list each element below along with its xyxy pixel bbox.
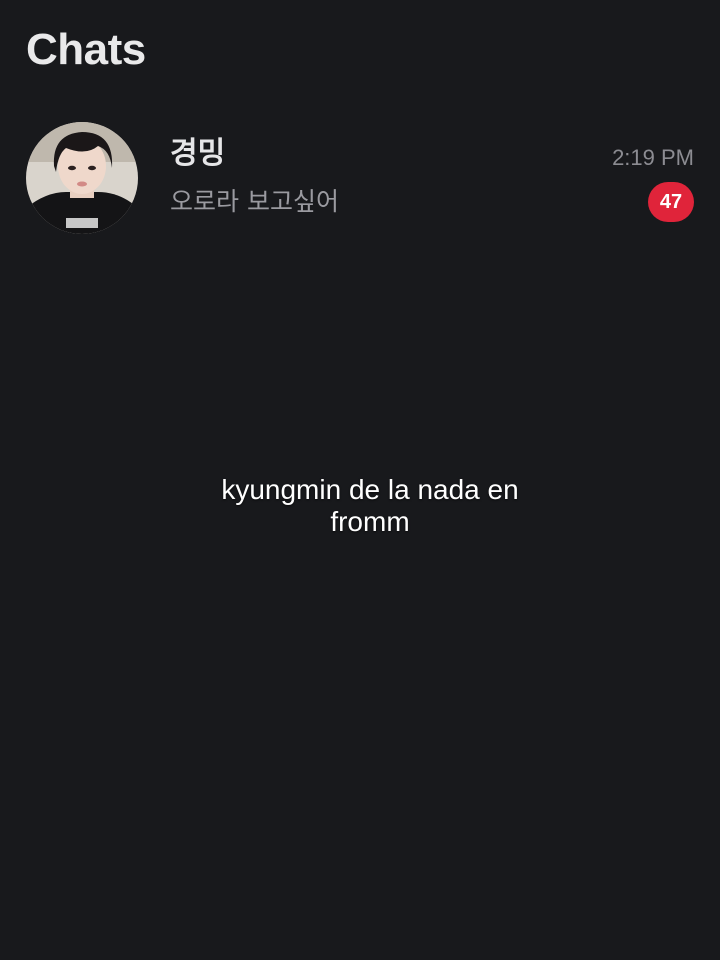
chat-last-message: 오로라 보고싶어 <box>170 187 339 216</box>
avatar[interactable] <box>26 122 138 234</box>
chat-timestamp: 2:19 PM <box>612 145 694 170</box>
unread-count-badge: 47 <box>648 182 694 222</box>
profile-photo-icon <box>26 122 138 234</box>
chat-list-item[interactable]: 경밍 오로라 보고싶어 2:19 PM 47 <box>0 116 720 240</box>
chat-contact-name: 경밍 <box>170 136 226 171</box>
overlay-caption: kyungmin de la nada en fromm <box>221 474 519 537</box>
page-title: Chats <box>26 25 146 74</box>
